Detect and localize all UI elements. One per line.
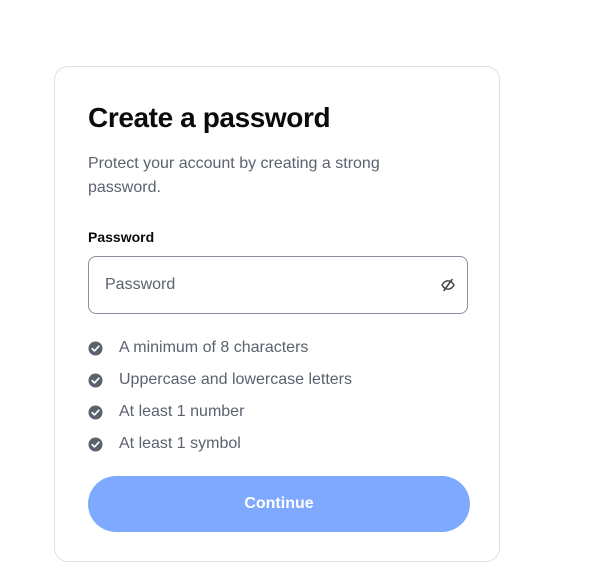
requirement-text: Uppercase and lowercase letters: [119, 371, 353, 388]
check-circle-icon: [88, 373, 103, 388]
requirement-text: At least 1 number: [119, 403, 245, 420]
requirement-item: A minimum of 8 characters: [88, 332, 352, 364]
requirement-item: Uppercase and lowercase letters: [88, 364, 352, 396]
password-field: [88, 256, 468, 314]
check-circle-icon: [88, 405, 103, 420]
password-input[interactable]: [89, 257, 419, 313]
eye-slash-icon[interactable]: [439, 276, 457, 294]
password-requirements-list: A minimum of 8 characters Uppercase and …: [88, 332, 352, 460]
requirement-text: A minimum of 8 characters: [119, 339, 309, 356]
page-subtitle: Protect your account by creating a stron…: [88, 155, 380, 196]
password-label: Password: [88, 229, 155, 245]
continue-button[interactable]: Continue: [88, 476, 470, 532]
page-title: Create a password: [88, 102, 331, 133]
create-password-card: Create a password Protect your account b…: [54, 66, 500, 562]
check-circle-icon: [88, 341, 103, 356]
check-circle-icon: [88, 437, 103, 452]
requirement-item: At least 1 symbol: [88, 428, 352, 460]
requirement-item: At least 1 number: [88, 396, 352, 428]
requirement-text: At least 1 symbol: [119, 435, 241, 452]
